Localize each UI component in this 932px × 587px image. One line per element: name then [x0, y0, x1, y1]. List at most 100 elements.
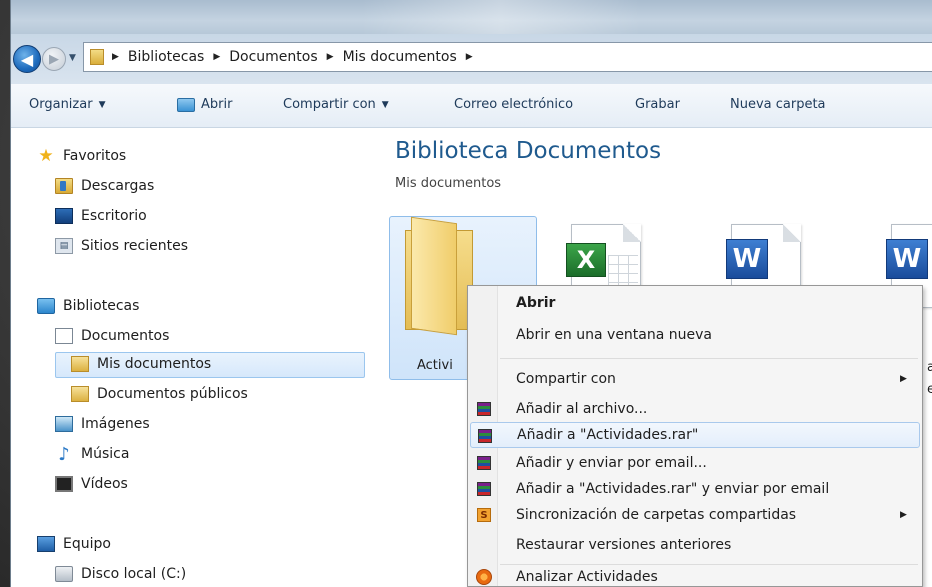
breadcrumb-documentos[interactable]: Documentos — [229, 49, 317, 65]
sidebar-item-label: Escritorio — [81, 208, 147, 224]
navigation-row: ◀ ▶ ▼ ▶ Bibliotecas ▶ Documentos ▶ Mis d… — [11, 34, 932, 84]
title-bar — [11, 0, 932, 34]
submenu-arrow-icon: ▶ — [900, 510, 907, 520]
back-button[interactable]: ◀ — [13, 45, 41, 73]
breadcrumb-mis-documentos[interactable]: Mis documentos — [343, 49, 457, 65]
menu-item-add-to-archive[interactable]: Añadir al archivo... — [470, 396, 920, 422]
library-subtitle: Mis documentos — [395, 176, 502, 191]
menu-item-label: Añadir al archivo... — [516, 401, 648, 417]
sync-icon: S — [476, 507, 492, 523]
burn-button[interactable]: Grabar — [635, 97, 680, 112]
menu-item-label: Añadir a "Actividades.rar" — [517, 427, 699, 443]
menu-item-label: Abrir — [516, 295, 556, 311]
sidebar-item-favorites[interactable]: ★ Favoritos — [37, 146, 127, 166]
pictures-icon — [55, 416, 73, 432]
sidebar-item-label: Vídeos — [81, 476, 128, 492]
word-icon: W — [726, 239, 768, 279]
context-menu: Abrir Abrir en una ventana nueva Compart… — [467, 285, 923, 587]
computer-icon — [37, 536, 55, 552]
menu-item-sync-shared-folders[interactable]: S Sincronización de carpetas compartidas… — [470, 502, 920, 528]
menu-item-label: Restaurar versiones anteriores — [516, 537, 732, 553]
menu-item-open[interactable]: Abrir — [470, 290, 920, 316]
sidebar-item-public-documents[interactable]: Documentos públicos — [71, 386, 248, 402]
menu-item-scan[interactable]: Analizar Actividades — [470, 564, 920, 587]
file-label: Activi — [417, 358, 453, 373]
sidebar-item-label: Descargas — [81, 178, 155, 194]
sidebar-item-documents[interactable]: Documentos — [55, 328, 169, 344]
chevron-down-icon: ▼ — [381, 99, 389, 110]
breadcrumb-bibliotecas[interactable]: Bibliotecas — [128, 49, 204, 65]
new-folder-label: Nueva carpeta — [730, 97, 826, 112]
sidebar-item-my-documents[interactable]: Mis documentos — [71, 356, 211, 372]
sidebar-item-label: Favoritos — [63, 148, 127, 164]
sidebar-item-desktop[interactable]: Escritorio — [55, 208, 147, 224]
file-label: a — [927, 360, 932, 375]
desktop-icon — [55, 208, 73, 224]
folder-icon — [405, 216, 475, 336]
share-with-button[interactable]: Compartir con ▼ — [283, 97, 389, 112]
excel-icon: X — [566, 243, 606, 277]
sidebar-item-label: Imágenes — [81, 416, 150, 432]
sidebar-item-music[interactable]: ♪ Música — [55, 443, 130, 465]
recent-places-icon: ▤ — [55, 238, 73, 254]
sidebar-item-label: Mis documentos — [97, 356, 212, 372]
new-folder-button[interactable]: Nueva carpeta — [730, 97, 826, 112]
library-icon — [90, 49, 104, 65]
burn-label: Grabar — [635, 97, 680, 112]
sidebar-item-local-disk[interactable]: Disco local (C:) — [55, 566, 186, 582]
sidebar-item-videos[interactable]: Vídeos — [55, 476, 128, 492]
breadcrumb: ▶ Bibliotecas ▶ Documentos ▶ Mis documen… — [112, 49, 482, 65]
file-label: e — [927, 382, 932, 397]
menu-item-open-new-window[interactable]: Abrir en una ventana nueva — [470, 322, 920, 348]
music-note-icon: ♪ — [58, 443, 70, 465]
sidebar-item-computer[interactable]: Equipo — [37, 536, 111, 552]
sidebar-item-label: Música — [81, 446, 130, 462]
winrar-icon — [477, 428, 493, 444]
command-bar: Organizar ▼ Abrir Compartir con ▼ Correo e… — [11, 84, 932, 128]
library-title: Biblioteca Documentos — [395, 138, 662, 164]
menu-item-share-with[interactable]: Compartir con ▶ — [470, 366, 920, 392]
chevron-right-icon[interactable]: ▶ — [213, 52, 220, 62]
navigation-pane: ★ Favoritos Descargas Escritorio ▤ Sitio… — [11, 128, 375, 587]
chevron-right-icon[interactable]: ▶ — [466, 52, 473, 62]
sidebar-item-images[interactable]: Imágenes — [55, 416, 150, 432]
menu-item-add-and-email[interactable]: Añadir y enviar por email... — [470, 450, 920, 476]
libraries-icon — [37, 298, 55, 314]
chevron-right-icon[interactable]: ▶ — [327, 52, 334, 62]
sidebar-item-label: Disco local (C:) — [81, 566, 187, 582]
organize-button[interactable]: Organizar ▼ — [29, 97, 105, 112]
menu-item-label: Sincronización de carpetas compartidas — [516, 507, 797, 523]
menu-separator — [500, 358, 918, 359]
chevron-down-icon: ▼ — [98, 99, 106, 110]
winrar-icon — [476, 401, 492, 417]
sidebar-item-label: Bibliotecas — [63, 298, 140, 314]
sidebar-item-recent[interactable]: ▤ Sitios recientes — [55, 238, 188, 254]
title-glare — [361, 0, 641, 34]
open-folder-icon — [177, 97, 195, 112]
menu-item-label: Añadir a "Actividades.rar" y enviar por … — [516, 481, 830, 497]
word-icon: W — [886, 239, 928, 279]
sidebar-item-label: Documentos — [81, 328, 170, 344]
winrar-icon — [476, 455, 492, 471]
open-button[interactable]: Abrir — [177, 97, 232, 112]
menu-item-restore-versions[interactable]: Restaurar versiones anteriores — [470, 532, 920, 558]
menu-item-label: Abrir en una ventana nueva — [516, 327, 712, 343]
sidebar-item-downloads[interactable]: Descargas — [55, 178, 154, 194]
history-dropdown-icon[interactable]: ▼ — [69, 53, 76, 63]
sidebar-item-libraries[interactable]: Bibliotecas — [37, 298, 139, 314]
menu-item-add-rar-and-email[interactable]: Añadir a "Actividades.rar" y enviar por … — [470, 476, 920, 502]
film-icon — [55, 476, 73, 492]
share-with-label: Compartir con — [283, 97, 376, 112]
avast-icon — [476, 569, 492, 585]
address-bar[interactable]: ▶ Bibliotecas ▶ Documentos ▶ Mis documen… — [83, 42, 932, 72]
email-label: Correo electrónico — [454, 97, 574, 112]
explorer-window: ◀ ▶ ▼ ▶ Bibliotecas ▶ Documentos ▶ Mis d… — [10, 0, 932, 587]
star-icon: ★ — [38, 146, 54, 166]
menu-item-label: Compartir con — [516, 371, 616, 387]
chevron-right-icon[interactable]: ▶ — [112, 52, 119, 62]
menu-item-add-to-rar[interactable]: Añadir a "Actividades.rar" — [470, 422, 920, 448]
folder-icon — [71, 386, 89, 402]
email-button[interactable]: Correo electrónico — [454, 97, 573, 112]
hard-drive-icon — [55, 566, 73, 582]
forward-button[interactable]: ▶ — [42, 47, 66, 71]
